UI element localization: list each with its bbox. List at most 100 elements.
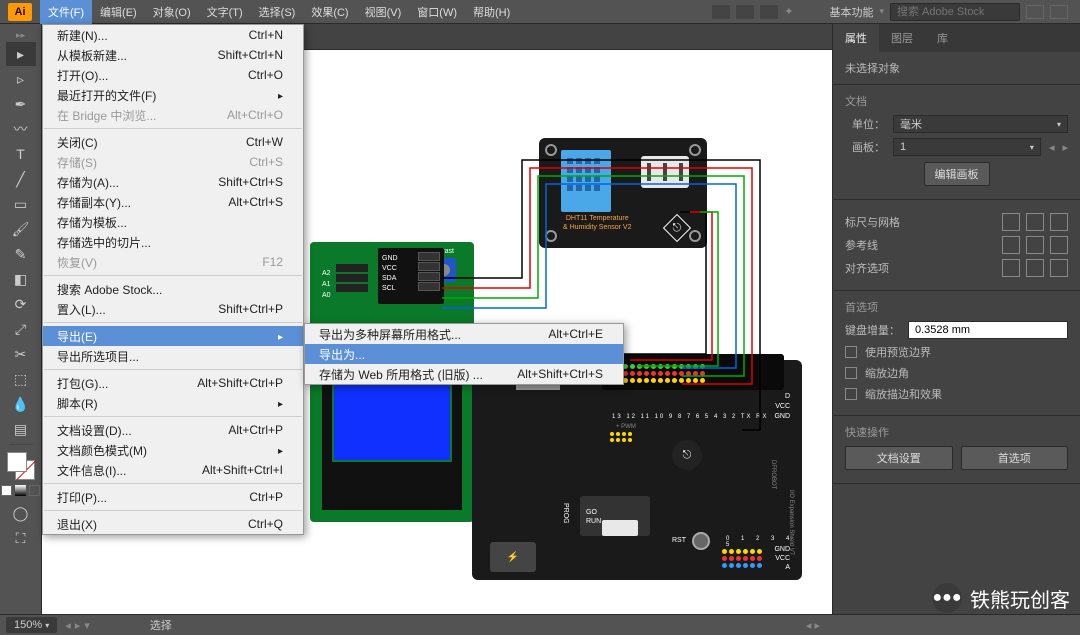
menu-effect[interactable]: 效果(C): [303, 0, 356, 24]
pen-tool[interactable]: ✒: [6, 92, 36, 116]
edit-artboard-button[interactable]: 编辑画板: [924, 162, 990, 186]
menu-item[interactable]: 存储副本(Y)...Alt+Ctrl+S: [43, 192, 303, 212]
menu-item[interactable]: 最近打开的文件(F): [43, 85, 303, 105]
menu-help[interactable]: 帮助(H): [465, 0, 518, 24]
curve-tool[interactable]: 〰: [6, 117, 36, 141]
guide-lock-icon[interactable]: [1026, 236, 1044, 254]
watermark: ●●● 铁熊玩创客: [932, 583, 1070, 613]
menu-edit[interactable]: 编辑(E): [92, 0, 145, 24]
shaper-tool[interactable]: ✎: [6, 242, 36, 266]
menu-file[interactable]: 文件(F): [40, 0, 92, 24]
menu-select[interactable]: 选择(S): [251, 0, 304, 24]
snap-pixel-icon[interactable]: [1002, 259, 1020, 277]
menu-item[interactable]: 存储(S)Ctrl+S: [43, 152, 303, 172]
menu-item[interactable]: 打印(P)...Ctrl+P: [43, 487, 303, 507]
st-icon[interactable]: [736, 5, 754, 19]
tab-properties[interactable]: 属性: [833, 24, 879, 52]
guide-icon[interactable]: [1002, 236, 1020, 254]
doc-setup-button[interactable]: 文档设置: [845, 446, 953, 470]
menu-item[interactable]: 退出(X)Ctrl+Q: [43, 514, 303, 534]
menu-item[interactable]: 新建(N)...Ctrl+N: [43, 25, 303, 45]
screen-mode-icon[interactable]: ⛶: [6, 526, 36, 550]
menubar: Ai 文件(F) 编辑(E) 对象(O) 文字(T) 选择(S) 效果(C) 视…: [0, 0, 1080, 24]
menu-item[interactable]: 存储为 Web 所用格式 (旧版) ...Alt+Shift+Ctrl+S: [305, 364, 623, 384]
search-input[interactable]: [890, 3, 1020, 21]
menu-window[interactable]: 窗口(W): [409, 0, 465, 24]
width-tool[interactable]: ✂: [6, 342, 36, 366]
menu-item[interactable]: 导出为多种屏幕所用格式...Alt+Ctrl+E: [305, 324, 623, 344]
key-increment-input[interactable]: 0.3528 mm: [908, 321, 1068, 339]
workspace-switcher[interactable]: 基本功能: [829, 4, 873, 20]
fill-stroke-swatch[interactable]: [7, 452, 35, 480]
menu-item[interactable]: 打包(G)...Alt+Shift+Ctrl+P: [43, 373, 303, 393]
file-menu: 新建(N)...Ctrl+N从模板新建...Shift+Ctrl+N打开(O).…: [42, 24, 304, 535]
free-transform-tool[interactable]: ⬚: [6, 367, 36, 391]
smart-guide-icon[interactable]: [1050, 236, 1068, 254]
preview-bounds-checkbox[interactable]: [845, 346, 857, 358]
menu-item[interactable]: 打开(O)...Ctrl+O: [43, 65, 303, 85]
menu-object[interactable]: 对象(O): [145, 0, 199, 24]
artboard-select[interactable]: 1▾: [893, 138, 1041, 156]
tool-mode-label: 选择: [150, 617, 172, 633]
type-tool[interactable]: T: [6, 142, 36, 166]
fill-color-icon[interactable]: [1, 485, 12, 496]
scale-corners-checkbox[interactable]: [845, 367, 857, 379]
gradient-tool[interactable]: ▤: [6, 417, 36, 441]
menu-item[interactable]: 关闭(C)Ctrl+W: [43, 132, 303, 152]
menu-item[interactable]: 脚本(R): [43, 393, 303, 413]
min-icon[interactable]: [1026, 5, 1044, 19]
menu-item[interactable]: 恢复(V)F12: [43, 252, 303, 272]
br-icon[interactable]: [712, 5, 730, 19]
menu-item[interactable]: 导出为...: [305, 344, 623, 364]
menu-item[interactable]: 搜索 Adobe Stock...: [43, 279, 303, 299]
ruler-icon[interactable]: [1002, 213, 1020, 231]
scale-tool[interactable]: ⤢: [6, 317, 36, 341]
none-icon[interactable]: [29, 485, 40, 496]
menu-item[interactable]: 导出所选项目...: [43, 346, 303, 366]
arduino-shield: DVCCGND 13 12 11 10 9 8 7 6 5 4 3 2 TX R…: [472, 360, 802, 580]
next-artboard-icon[interactable]: ▸: [1062, 141, 1068, 154]
draw-mode-icon[interactable]: ◯: [6, 501, 36, 525]
export-submenu: 导出为多种屏幕所用格式...Alt+Ctrl+E导出为...存储为 Web 所用…: [304, 323, 624, 385]
rect-tool[interactable]: ▭: [6, 192, 36, 216]
tab-layers[interactable]: 图层: [879, 24, 925, 52]
tool-panel: ▸▸ ▸ ▹ ✒ 〰 T ╱ ▭ 🖌 ✎ ◧ ⟳ ⤢ ✂ ⬚ 💧 ▤ ◯ ⛶: [0, 24, 42, 614]
snap-grid-icon[interactable]: [1050, 259, 1068, 277]
tab-libraries[interactable]: 库: [925, 24, 960, 52]
menu-item[interactable]: 导出(E): [43, 326, 303, 346]
selection-tool[interactable]: ▸: [6, 42, 36, 66]
direct-select-tool[interactable]: ▹: [6, 67, 36, 91]
scale-strokes-checkbox[interactable]: [845, 388, 857, 400]
menu-item[interactable]: 文档颜色模式(M): [43, 440, 303, 460]
wechat-icon: ●●●: [932, 583, 962, 613]
prev-artboard-icon[interactable]: ◂: [1049, 141, 1055, 154]
brush-tool[interactable]: 🖌: [6, 217, 36, 241]
arrange-icon[interactable]: [760, 5, 778, 19]
menu-item[interactable]: 存储选中的切片...: [43, 232, 303, 252]
zoom-select[interactable]: 150% ▾: [6, 617, 57, 633]
app-logo: Ai: [8, 3, 32, 21]
menu-item[interactable]: 文档设置(D)...Alt+Ctrl+P: [43, 420, 303, 440]
menu-item[interactable]: 在 Bridge 中浏览...Alt+Ctrl+O: [43, 105, 303, 125]
line-tool[interactable]: ╱: [6, 167, 36, 191]
properties-panel: 属性 图层 库 未选择对象 文档 单位： 毫米▾ 画板： 1▾ ◂ ▸ 编辑画板…: [832, 24, 1080, 614]
eraser-tool[interactable]: ◧: [6, 267, 36, 291]
sensor-board: ⎋ DHT11 Temperature& Humidity Sensor V2: [539, 138, 707, 248]
menu-item[interactable]: 存储为模板...: [43, 212, 303, 232]
eyedropper-tool[interactable]: 💧: [6, 392, 36, 416]
menu-item[interactable]: 置入(L)...Shift+Ctrl+P: [43, 299, 303, 319]
menu-type[interactable]: 文字(T): [199, 0, 251, 24]
transparency-grid-icon[interactable]: [1050, 213, 1068, 231]
prefs-button[interactable]: 首选项: [961, 446, 1069, 470]
menu-view[interactable]: 视图(V): [357, 0, 410, 24]
menu-item[interactable]: 从模板新建...Shift+Ctrl+N: [43, 45, 303, 65]
menu-item[interactable]: 文件信息(I)...Alt+Shift+Ctrl+I: [43, 460, 303, 480]
restore-icon[interactable]: [1050, 5, 1068, 19]
snap-point-icon[interactable]: [1026, 259, 1044, 277]
status-bar: 150% ▾ ◂ ▸ ▾ 选择 ◂ ▸: [0, 614, 1080, 635]
gradient-icon[interactable]: [15, 485, 26, 496]
grid-icon[interactable]: [1026, 213, 1044, 231]
rotate-tool[interactable]: ⟳: [6, 292, 36, 316]
menu-item[interactable]: 存储为(A)...Shift+Ctrl+S: [43, 172, 303, 192]
unit-select[interactable]: 毫米▾: [893, 115, 1068, 133]
